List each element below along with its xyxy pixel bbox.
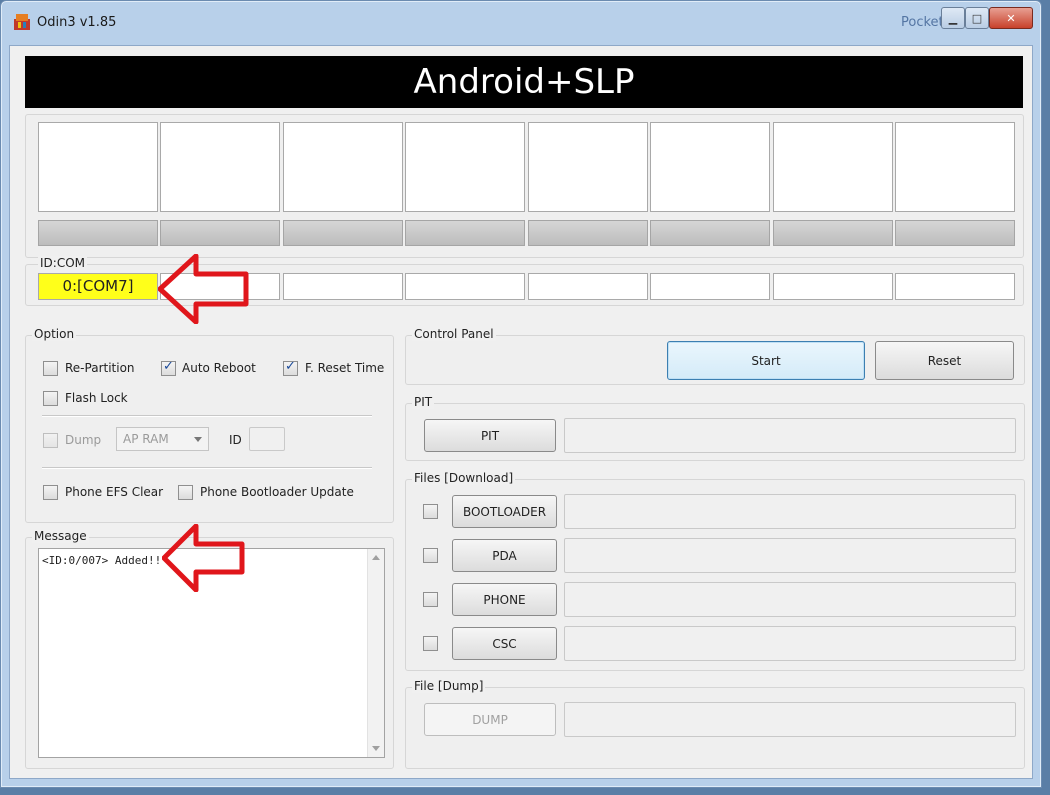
slot-progress-bar [650, 220, 770, 246]
phone-button[interactable]: PHONE [452, 583, 557, 616]
dump-path-field[interactable] [564, 702, 1016, 737]
com-slot-1: 0:[COM7] [38, 273, 158, 300]
phone-efs-clear-label: Phone EFS Clear [65, 485, 164, 499]
pit-path-field[interactable] [564, 418, 1016, 453]
pit-button[interactable]: PIT [424, 419, 556, 452]
pda-path-field[interactable] [564, 538, 1016, 573]
maximize-icon: □ [971, 11, 983, 25]
slot-status-box [773, 122, 893, 212]
bootloader-path-field[interactable] [564, 494, 1016, 529]
dump-type-value: AP RAM [123, 432, 169, 446]
message-log-text: <ID:0/007> Added!! [42, 554, 162, 567]
slot-progress-bar [405, 220, 525, 246]
title-bar: Odin3 v1.85 Pocket-C ▁ □ ✕ [1, 1, 1041, 45]
scroll-up-icon [372, 555, 380, 560]
phone-efs-clear-checkbox[interactable] [43, 485, 58, 500]
dump-type-select[interactable]: AP RAM [116, 427, 209, 451]
pda-checkbox[interactable] [423, 548, 438, 563]
reset-button[interactable]: Reset [875, 341, 1014, 380]
slot-progress-bar [773, 220, 893, 246]
odin-window: Odin3 v1.85 Pocket-C ▁ □ ✕ Android+SLP I… [0, 0, 1042, 788]
client-area: Android+SLP ID:COM 0:[COM7] Option Re-Pa… [9, 45, 1033, 779]
odin-app-icon [14, 14, 30, 30]
slot-status-box [160, 122, 280, 212]
pit-label: PIT [412, 395, 435, 409]
f-reset-time-label: F. Reset Time [305, 361, 385, 375]
message-label: Message [32, 529, 89, 543]
slot-status-box [283, 122, 403, 212]
annotation-arrow-icon [158, 254, 249, 324]
phone-bootloader-update-label: Phone Bootloader Update [200, 485, 354, 499]
pda-button[interactable]: PDA [452, 539, 557, 572]
maximize-button[interactable]: □ [965, 7, 989, 29]
slot-status-box [895, 122, 1015, 212]
flash-lock-label: Flash Lock [65, 391, 128, 405]
option-divider [42, 415, 372, 417]
message-scrollbar[interactable] [367, 549, 384, 757]
start-button[interactable]: Start [667, 341, 865, 380]
minimize-button[interactable]: ▁ [941, 7, 965, 29]
com-slot-8 [895, 273, 1015, 300]
id-input[interactable] [249, 427, 285, 451]
file-dump-label: File [Dump] [412, 679, 486, 693]
option-label: Option [32, 327, 77, 341]
files-download-label: Files [Download] [412, 471, 516, 485]
bootloader-checkbox[interactable] [423, 504, 438, 519]
f-reset-time-checkbox[interactable] [283, 359, 298, 376]
auto-reboot-checkbox[interactable] [161, 359, 176, 376]
csc-checkbox[interactable] [423, 636, 438, 651]
com-slot-7 [773, 273, 893, 300]
annotation-arrow-icon [162, 524, 245, 592]
slot-progress-bar [160, 220, 280, 246]
auto-reboot-label: Auto Reboot [182, 361, 256, 375]
com-slot-5 [528, 273, 648, 300]
com-slot-4 [405, 273, 525, 300]
slot-status-box [528, 122, 648, 212]
slot-status-box [405, 122, 525, 212]
model-banner: Android+SLP [25, 56, 1023, 108]
dump-button[interactable]: DUMP [424, 703, 556, 736]
id-label: ID [229, 433, 242, 447]
scroll-down-icon [372, 746, 380, 751]
com-slot-3 [283, 273, 403, 300]
close-button[interactable]: ✕ [989, 7, 1033, 29]
csc-button[interactable]: CSC [452, 627, 557, 660]
window-title: Odin3 v1.85 [37, 15, 117, 30]
bootloader-button[interactable]: BOOTLOADER [452, 495, 557, 528]
slot-progress-bar [38, 220, 158, 246]
phone-bootloader-update-checkbox[interactable] [178, 485, 193, 500]
minimize-icon: ▁ [948, 11, 958, 25]
slot-status-box [650, 122, 770, 212]
csc-path-field[interactable] [564, 626, 1016, 661]
slot-progress-bar [283, 220, 403, 246]
phone-checkbox[interactable] [423, 592, 438, 607]
chevron-down-icon [194, 437, 202, 442]
slot-progress-bar [895, 220, 1015, 246]
slot-status-box [38, 122, 158, 212]
flash-lock-checkbox[interactable] [43, 391, 58, 406]
slot-progress-bar [528, 220, 648, 246]
close-icon: ✕ [1006, 11, 1016, 25]
id-com-label: ID:COM [38, 256, 87, 270]
com-slot-6 [650, 273, 770, 300]
re-partition-label: Re-Partition [65, 361, 135, 375]
control-panel-label: Control Panel [412, 327, 496, 341]
dump-checkbox[interactable] [43, 433, 58, 448]
phone-path-field[interactable] [564, 582, 1016, 617]
option-divider [42, 467, 372, 469]
dump-label: Dump [65, 433, 102, 447]
re-partition-checkbox[interactable] [43, 361, 58, 376]
